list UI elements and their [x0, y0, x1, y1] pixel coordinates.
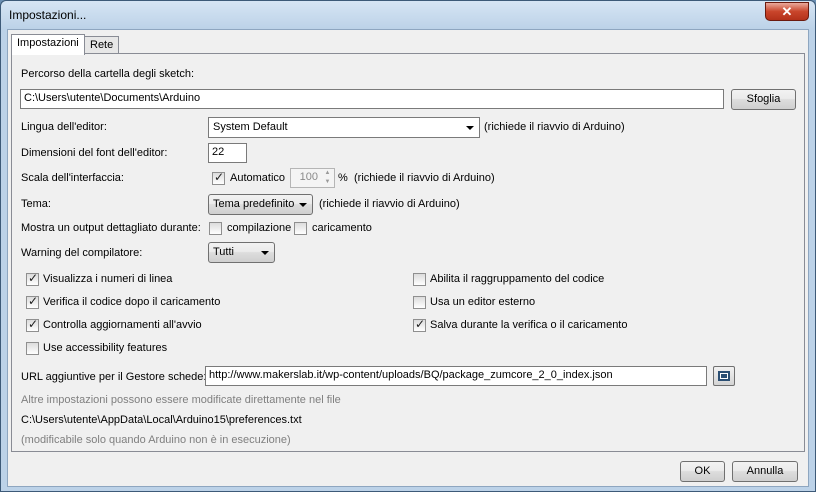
window-title: Impostazioni... — [9, 8, 87, 22]
theme-note: (richiede il riavvio di Arduino) — [319, 198, 460, 210]
verbose-upload-checkbox[interactable] — [294, 222, 307, 235]
sketch-folder-input[interactable]: C:\Users\utente\Documents\Arduino — [20, 89, 724, 109]
language-label: Lingua dell'editor: — [21, 121, 107, 133]
save-on-verify-checkbox[interactable] — [413, 317, 426, 332]
language-note: (richiede il riavvio di Arduino) — [484, 121, 625, 133]
language-select[interactable]: System Default — [208, 117, 480, 138]
external-editor-label: Usa un editor esterno — [430, 296, 536, 308]
title-bar: Impostazioni... ✕ — [1, 1, 815, 29]
spin-up-icon: ▲ — [324, 170, 331, 176]
chevron-down-icon — [466, 126, 474, 130]
scale-value: 100 — [299, 171, 318, 183]
external-editor-checkbox[interactable] — [413, 296, 426, 309]
scale-note: (richiede il riavvio di Arduino) — [354, 172, 495, 184]
verbose-compile-checkbox[interactable] — [209, 222, 222, 235]
accessibility-label: Use accessibility features — [43, 342, 168, 354]
verify-after-upload-checkbox[interactable] — [26, 294, 39, 309]
browse-button[interactable]: Sfoglia — [731, 89, 796, 110]
show-line-numbers-checkbox[interactable] — [26, 271, 39, 286]
code-folding-label: Abilita il raggruppamento del codice — [430, 273, 605, 285]
verbose-compile-label: compilazione — [227, 222, 292, 234]
theme-value: Tema predefinito — [213, 198, 295, 210]
chevron-down-icon — [299, 203, 307, 207]
tab-impostazioni[interactable]: Impostazioni — [11, 34, 85, 55]
theme-label: Tema: — [21, 198, 51, 210]
accessibility-checkbox[interactable] — [26, 342, 39, 355]
boards-url-input[interactable]: http://www.makerslab.it/wp-content/uploa… — [205, 366, 707, 386]
auto-scale-label: Automatico — [230, 172, 286, 184]
cancel-button[interactable]: Annulla — [732, 461, 798, 482]
chevron-down-icon — [261, 251, 269, 255]
check-updates-checkbox[interactable] — [26, 317, 39, 332]
theme-select[interactable]: Tema predefinito — [208, 194, 313, 215]
spin-down-icon: ▼ — [324, 179, 331, 185]
dialog-client-area: Impostazioni Rete Percorso della cartell… — [7, 29, 809, 487]
sketch-folder-label: Percorso della cartella degli sketch: — [21, 68, 195, 80]
boards-url-edit-button[interactable] — [713, 366, 735, 386]
ok-button[interactable]: OK — [680, 461, 725, 482]
warnings-select[interactable]: Tutti — [208, 242, 275, 263]
save-on-verify-label: Salva durante la verifica o il caricamen… — [430, 319, 628, 331]
verify-after-upload-label: Verifica il codice dopo il caricamento — [43, 296, 221, 308]
preferences-window: Impostazioni... ✕ Impostazioni Rete Perc… — [0, 0, 816, 492]
code-folding-checkbox[interactable] — [413, 273, 426, 286]
settings-panel: Percorso della cartella degli sketch: C:… — [11, 53, 805, 452]
check-updates-label: Controlla aggiornamenti all'avvio — [43, 319, 202, 331]
warnings-value: Tutti — [213, 246, 234, 258]
scale-unit: % — [338, 172, 348, 184]
auto-scale-checkbox[interactable] — [212, 170, 225, 185]
verbose-label: Mostra un output dettagliato durante: — [21, 222, 201, 234]
show-line-numbers-label: Visualizza i numeri di linea — [43, 273, 173, 285]
boards-url-label: URL aggiuntive per il Gestore schede: — [21, 371, 207, 383]
more-prefs-note: Altre impostazioni possono essere modifi… — [21, 394, 341, 406]
font-size-label: Dimensioni del font dell'editor: — [21, 147, 168, 159]
edit-note: (modificabile solo quando Arduino non è … — [21, 434, 291, 446]
font-size-input[interactable]: 22 — [208, 143, 247, 163]
scale-label: Scala dell'interfaccia: — [21, 172, 124, 184]
close-button[interactable]: ✕ — [765, 2, 809, 21]
tab-rete[interactable]: Rete — [84, 36, 120, 54]
language-value: System Default — [213, 121, 288, 133]
verbose-upload-label: caricamento — [312, 222, 372, 234]
warnings-label: Warning del compilatore: — [21, 247, 143, 259]
prefs-file-path: C:\Users\utente\AppData\Local\Arduino15\… — [21, 414, 302, 426]
scale-spinner: 100 ▲ ▼ — [290, 168, 335, 188]
window-icon — [718, 371, 730, 381]
